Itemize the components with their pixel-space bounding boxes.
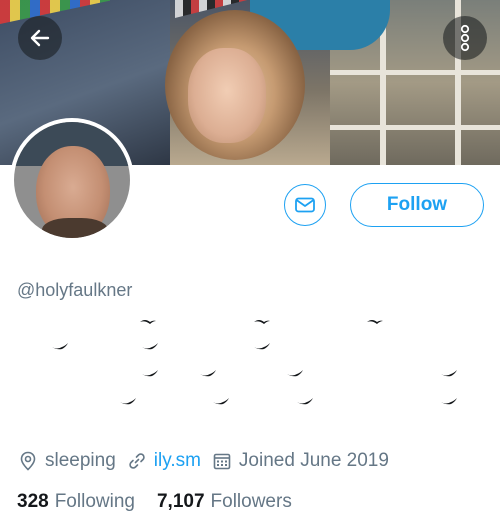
message-button[interactable] bbox=[284, 184, 326, 226]
envelope-icon bbox=[295, 197, 315, 213]
following-count: 328 bbox=[17, 491, 49, 512]
joined-text: Joined June 2019 bbox=[238, 450, 389, 471]
banner-face bbox=[188, 48, 266, 143]
more-options-button[interactable] bbox=[443, 16, 487, 60]
arrow-left-icon bbox=[30, 29, 50, 47]
more-vertical-icon bbox=[460, 24, 470, 52]
followers-link[interactable]: 7,107 Followers bbox=[157, 491, 292, 513]
calendar-icon bbox=[213, 453, 231, 470]
location-text: sleeping bbox=[45, 450, 116, 471]
window-frame bbox=[330, 70, 500, 75]
following-label: Following bbox=[54, 491, 135, 512]
location-pin-icon bbox=[20, 451, 36, 471]
profile-meta: sleeping ily.sm Joined June 2019 bbox=[19, 448, 401, 474]
profile-location: sleeping bbox=[19, 450, 116, 472]
profile-website[interactable]: ily.sm bbox=[128, 450, 201, 472]
profile-stats: 328 Following 7,107 Followers bbox=[17, 491, 314, 513]
link-icon bbox=[129, 453, 145, 469]
avatar-hair bbox=[42, 218, 108, 238]
bird-icon bbox=[52, 320, 457, 405]
follow-button[interactable]: Follow bbox=[350, 183, 484, 227]
back-button[interactable] bbox=[18, 16, 62, 60]
followers-count: 7,107 bbox=[156, 491, 205, 512]
profile-joined: Joined June 2019 bbox=[213, 450, 389, 472]
bio-birds-art bbox=[52, 320, 457, 405]
avatar[interactable] bbox=[10, 118, 134, 242]
window-frame bbox=[330, 125, 500, 130]
followers-label: Followers bbox=[210, 491, 292, 512]
website-link[interactable]: ily.sm bbox=[154, 450, 201, 472]
profile-handle: @holyfaulkner bbox=[17, 280, 133, 300]
following-link[interactable]: 328 Following bbox=[17, 491, 135, 513]
